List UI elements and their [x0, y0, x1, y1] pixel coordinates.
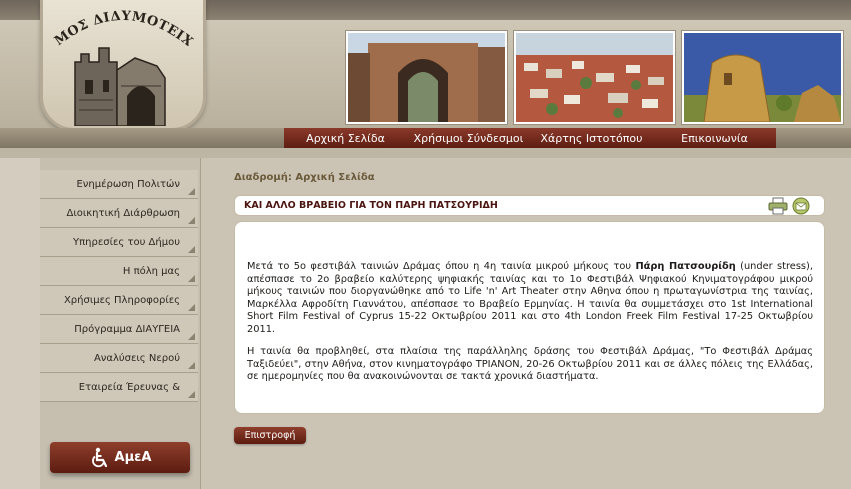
tower-ruin-photo	[682, 31, 843, 124]
main-nav: Αρχική Σελίδα Χρήσιμοι Σύνδεσμοι Χάρτης …	[284, 128, 776, 148]
corner-arrow-icon	[188, 391, 195, 398]
wheelchair-icon	[91, 447, 107, 467]
nav-contact[interactable]: Επικοινωνία	[653, 128, 776, 148]
sidebar-item-citizen-news[interactable]: Ενημέρωση Πολιτών	[40, 170, 198, 199]
corner-arrow-icon	[188, 275, 195, 282]
nav-useful-links[interactable]: Χρήσιμοι Σύνδεσμοι	[407, 128, 530, 148]
sidebar: Ενημέρωση Πολιτών Διοικητική Διάρθρωση Υ…	[0, 158, 201, 489]
sidebar-item-services[interactable]: Υπηρεσίες του Δήμου	[40, 228, 198, 257]
breadcrumb: Διαδρομή: Αρχική Σελίδα	[234, 172, 375, 183]
email-icon[interactable]	[792, 197, 810, 215]
sidebar-item-label: Υπηρεσίες του Δήμου	[73, 236, 180, 248]
sidebar-menu: Ενημέρωση Πολιτών Διοικητική Διάρθρωση Υ…	[40, 170, 198, 402]
article-paragraph-1: Μετά το 5ο φεστιβάλ ταινιών Δράμας όπου …	[247, 261, 813, 336]
sidebar-item-administration[interactable]: Διοικητική Διάρθρωση	[40, 199, 198, 228]
castle-tower-logo-icon	[74, 47, 166, 126]
sidebar-item-research-company[interactable]: Εταιρεία Έρευνας &	[40, 373, 198, 402]
sidebar-item-diavgeia[interactable]: Πρόγραμμα ΔΙΑΥΓΕΙΑ	[40, 315, 198, 344]
amea-button[interactable]: ΑμεΑ	[50, 442, 190, 473]
corner-arrow-icon	[188, 362, 195, 369]
sidebar-item-label: Διοικητική Διάρθρωση	[66, 207, 180, 219]
sidebar-item-label: Ενημέρωση Πολιτών	[76, 178, 180, 190]
header-underline	[0, 148, 851, 158]
article-title-bar: ΚΑΙ ΑΛΛΟ ΒΡΑΒΕΙΟ ΓΙΑ ΤΟΝ ΠΑΡΗ ΠΑΤΣΟΥΡΙΔΗ	[234, 195, 825, 216]
sidebar-item-our-city[interactable]: Η πόλη μας	[40, 257, 198, 286]
paragraph-text: Μετά το 5ο φεστιβάλ ταινιών Δράμας όπου …	[247, 261, 636, 272]
castle-arch-photo	[346, 31, 507, 124]
sidebar-item-useful-info[interactable]: Χρήσιμες Πληροφορίες	[40, 286, 198, 315]
paragraph-text: (under stress), απέσπασε το 2ο βραβείο κ…	[247, 261, 813, 335]
sidebar-stripe	[0, 158, 40, 489]
sidebar-item-water-analysis[interactable]: Αναλύσεις Νερού	[40, 344, 198, 373]
corner-arrow-icon	[188, 188, 195, 195]
corner-arrow-icon	[188, 246, 195, 253]
nav-home[interactable]: Αρχική Σελίδα	[284, 128, 407, 148]
printer-icon[interactable]	[768, 197, 788, 215]
article-title: ΚΑΙ ΑΛΛΟ ΒΡΑΒΕΙΟ ΓΙΑ ΤΟΝ ΠΑΡΗ ΠΑΤΣΟΥΡΙΔΗ	[244, 200, 498, 211]
town-rooftops-photo	[514, 31, 675, 124]
logo[interactable]: ΔΗΜΟΣ ΔΙΔΥΜΟΤΕΙΧΟΥ	[40, 0, 206, 131]
corner-arrow-icon	[188, 217, 195, 224]
sidebar-item-label: Αναλύσεις Νερού	[93, 352, 180, 364]
corner-arrow-icon	[188, 333, 195, 340]
sidebar-item-label: Χρήσιμες Πληροφορίες	[63, 294, 180, 306]
amea-label: ΑμεΑ	[114, 450, 152, 465]
article-body: Μετά το 5ο φεστιβάλ ταινιών Δράμας όπου …	[234, 221, 825, 414]
sidebar-item-label: Η πόλη μας	[122, 265, 180, 277]
sidebar-item-label: Πρόγραμμα ΔΙΑΥΓΕΙΑ	[74, 323, 180, 335]
sidebar-item-label: Εταιρεία Έρευνας &	[78, 381, 180, 393]
director-name: Πάρη Πατσουρίδη	[635, 261, 736, 272]
nav-sitemap[interactable]: Χάρτης Ιστοτόπου	[530, 128, 653, 148]
article-paragraph-2: Η ταινία θα προβληθεί, στα πλαίσια της π…	[247, 346, 813, 382]
back-button[interactable]: Επιστροφή	[234, 427, 306, 444]
corner-arrow-icon	[188, 304, 195, 311]
